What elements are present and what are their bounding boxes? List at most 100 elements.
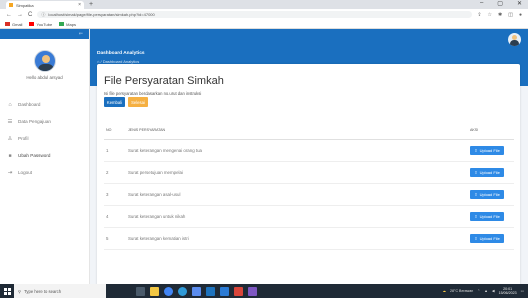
sidebar-item-label: Logout [18,170,33,175]
sidebar-item-label: Dashboard [18,102,41,107]
weather-text: 28°C Berawan [450,289,474,293]
upload-icon: ⇧ [474,191,478,197]
sidebar-item-label: Ubah Password [18,153,51,158]
taskview-icon[interactable] [136,286,145,296]
sidebar-toggle-icon[interactable]: ⇐ [79,31,83,37]
bookmark-youtube[interactable]: YouTube [29,22,52,27]
avatar [33,50,56,72]
row-requirement: Surat keterangan kematian istri [128,227,470,250]
row-requirement: Surat keterangan untuk nikah [128,205,470,228]
network-icon[interactable]: ▲ [484,289,488,293]
youtube-icon [29,22,35,26]
bookmark-gmail[interactable]: Gmail [5,22,22,27]
reload-icon[interactable]: C [28,12,32,18]
table-row: 1 Surat keterangan mengenai orang tua ⇧ U… [104,139,514,162]
row-number: 2 [104,161,128,184]
page-title: File Persyaratan Simkah [104,75,224,87]
url-field[interactable]: ⓘ localhost/simak/page/file-persyaratan/… [37,11,473,18]
column-header-no: NO [104,121,128,140]
taskbar-search-placeholder: Type here to search [24,288,62,294]
upload-file-button[interactable]: ⇧ Upload File [470,233,504,243]
row-requirement: Surat keterangan asal-usul [128,183,470,206]
sidebar-menu: ⌂ Dashboard ☰ Data Pengajuan ♙ Profil ■ … [0,96,89,181]
user-icon: ♙ [7,135,13,142]
header-title: Dashboard Analytics [97,51,145,56]
vscode-icon[interactable] [220,286,229,296]
upload-file-button[interactable]: ⇧ Upload File [470,211,504,221]
maximize-icon[interactable]: ▢ [497,0,503,7]
row-number: 4 [104,205,128,228]
forward-icon[interactable]: → [17,12,23,18]
taskbar-search[interactable]: ⚲ Type here to search [14,284,106,298]
close-window-icon[interactable]: ✕ [517,0,522,7]
clock-date: 15/06/2023 [498,291,517,295]
new-tab-icon[interactable]: + [89,1,93,8]
file-explorer-icon[interactable] [150,286,159,296]
bookmark-star-icon[interactable]: ☆ [488,12,492,18]
notification-icon[interactable]: ▭ [521,289,524,293]
app-red-icon[interactable] [234,286,243,296]
requirements-card: File Persyaratan Simkah Isi file persyar… [97,64,520,284]
address-actions: ⇪ ☆ ✱ ◫ ● [477,12,522,18]
lock-icon: ■ [8,152,12,159]
column-header-action: AKSI [470,121,514,140]
clock[interactable]: 20:01 15/06/2023 [499,287,517,295]
system-tray: ☁ 28°C Berawan ⌃ ▲ ◀ 20:01 15/06/2023 ▭ [442,287,528,295]
gmail-icon [5,22,10,26]
upload-file-button[interactable]: ⇧ Upload File [470,145,504,155]
chrome-icon[interactable] [164,286,173,296]
profile-icon[interactable]: ● [519,12,522,18]
favicon-icon [9,3,13,7]
upload-file-button[interactable]: ⇧ Upload File [470,167,504,177]
row-number: 1 [104,139,128,162]
main-content: Dashboard Analytics ⌂ / Dashboard Analyt… [90,29,528,284]
sidebar-item-label: Profil [18,136,29,141]
home-icon: ⌂ [8,101,12,108]
weather-icon[interactable]: ☁ [442,289,446,293]
back-button[interactable]: Kembali [104,97,125,107]
logout-icon: ⇥ [7,169,13,176]
sidebar-item-profil[interactable]: ♙ Profil [0,130,89,147]
tray-chevron-icon[interactable]: ⌃ [477,289,480,293]
table-row: 2 Surat persetujuan mempelai ⇧ Upload Fil… [104,161,514,184]
start-button[interactable] [0,284,14,298]
tab-strip: Simpatika × + – ▢ ✕ [0,0,528,9]
header-avatar[interactable] [508,33,521,46]
search-icon: ⚲ [18,288,22,294]
sidebar-item-logout[interactable]: ⇥ Logout [0,164,89,181]
done-button[interactable]: Selesai [128,97,148,107]
app-purple-icon[interactable] [248,286,257,296]
row-number: 3 [104,183,128,206]
sidebar-item-ubah-password[interactable]: ■ Ubah Password [0,147,89,164]
row-number: 5 [104,227,128,250]
upload-icon: ⇧ [474,147,478,153]
store-icon[interactable] [192,286,201,296]
sidebar-item-dashboard[interactable]: ⌂ Dashboard [0,96,89,113]
table-header-row: NO JENIS PERSYARATAN AKSI [104,121,514,140]
upload-file-button[interactable]: ⇧ Upload File [470,189,504,199]
edge-icon[interactable] [178,286,187,296]
back-icon[interactable]: ← [6,12,12,18]
windows-logo-icon [3,287,11,295]
tab-title: Simpatika [16,2,34,8]
tab-close-icon[interactable]: × [78,2,81,8]
extensions-icon[interactable]: ✱ [498,12,502,18]
sidepanel-icon[interactable]: ◫ [508,12,513,18]
bookmark-maps[interactable]: Maps [59,22,76,27]
sidebar-item-data-pengajuan[interactable]: ☰ Data Pengajuan [0,113,89,130]
share-icon[interactable]: ⇪ [477,12,481,18]
sidebar-header-strip: ⇐ [0,29,89,39]
taskbar-apps [136,286,257,296]
page-subtitle: Isi file persyaratan berdasarkan no.urut… [104,91,202,96]
upload-icon: ⇧ [474,235,478,241]
row-requirement: Surat persetujuan mempelai [128,161,470,184]
browser-chrome: Simpatika × + – ▢ ✕ ← → C ⓘ localhost/si… [0,0,528,29]
column-header-name: JENIS PERSYARATAN [128,121,470,140]
volume-icon[interactable]: ◀ [492,289,495,293]
minimize-icon[interactable]: – [480,0,483,7]
mail-icon[interactable] [206,286,215,296]
maps-icon [59,22,65,26]
sidebar: ⇐ Hello abdul arsyad ⌂ Dashboard ☰ Data … [0,29,90,284]
sidebar-item-label: Data Pengajuan [18,119,51,124]
browser-tab[interactable]: Simpatika × [6,1,84,9]
